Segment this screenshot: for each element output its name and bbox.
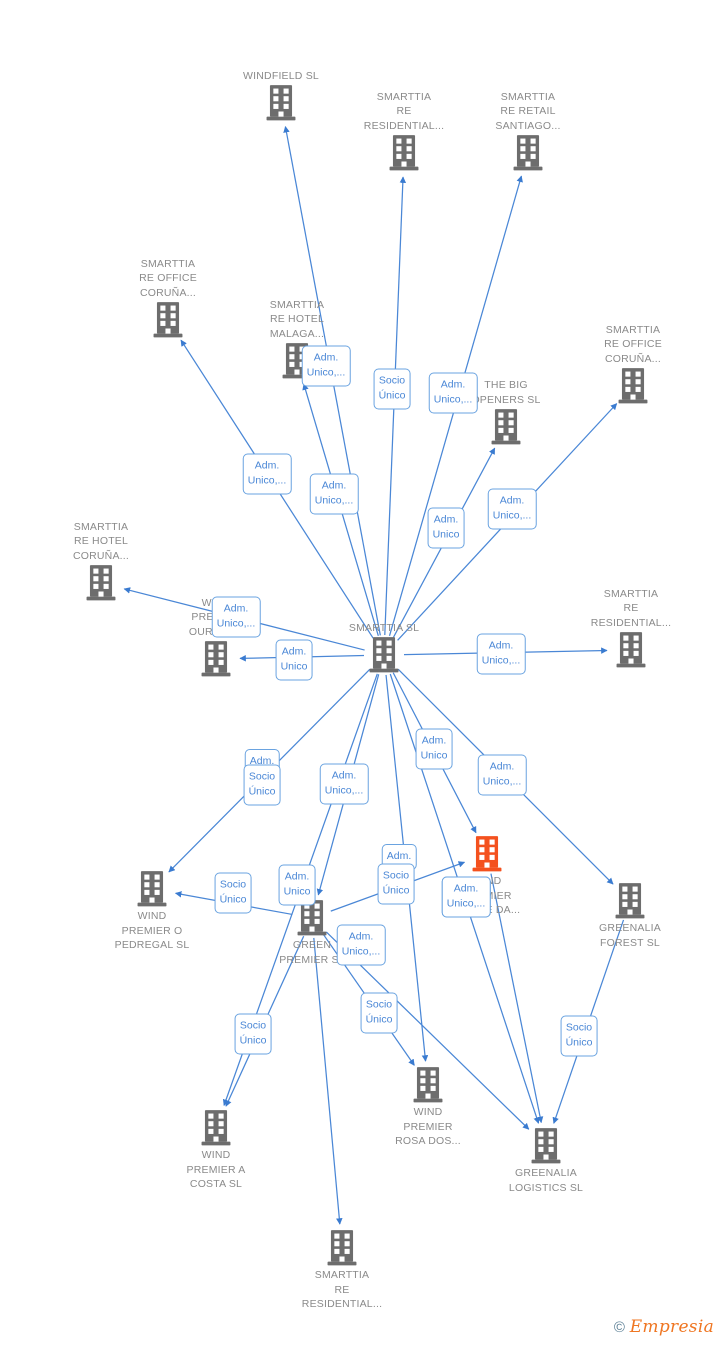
company-node-label: WINDFIELD SL [243, 69, 319, 82]
company-node[interactable]: SMARTTIA RE RESIDENTIAL... [334, 90, 474, 173]
edge-relation-label[interactable]: Adm. Unico,... [428, 372, 478, 414]
company-node-label: SMARTTIA RE RESIDENTIAL... [301, 1269, 383, 1310]
company-node[interactable]: WIND PREMIER A COSTA SL [146, 1109, 286, 1192]
watermark-copyright-icon: © [613, 1319, 626, 1336]
edge-relation-label[interactable]: Adm. Unico,... [476, 633, 526, 675]
building-icon [367, 636, 401, 674]
company-node[interactable]: SMARTTIA RE RETAIL SANTIAGO... [458, 90, 598, 173]
company-node[interactable]: SMARTTIA RE OFFICE CORUÑA... [98, 257, 238, 340]
building-icon [199, 640, 233, 678]
watermark-brand: Empresia [629, 1317, 714, 1337]
edge-relation-label[interactable]: Socio Único [560, 1015, 598, 1057]
company-node-label: SMARTTIA SL [348, 621, 420, 634]
edge-relation-label[interactable]: Adm. Unico [427, 507, 465, 549]
company-node-label: WIND PREMIER A COSTA SL [186, 1149, 246, 1190]
company-node-label: SMARTTIA RE OFFICE CORUÑA... [604, 323, 662, 365]
relation-edge[interactable] [313, 937, 343, 1225]
company-node-label: GREENALIA FOREST SL [599, 922, 661, 949]
company-node-label: GREENALIA LOGISTICS SL [508, 1167, 584, 1194]
company-node-label: SMARTTIA RE HOTEL CORUÑA... [72, 520, 130, 562]
company-node[interactable]: WINDFIELD SL [211, 69, 351, 123]
edge-relation-label[interactable]: Adm. Unico,... [336, 924, 386, 966]
edge-relation-label[interactable]: Adm. Unico,... [301, 345, 351, 387]
building-icon [135, 870, 169, 908]
edge-relation-label[interactable]: Socio Único [243, 764, 281, 806]
company-node-label: SMARTTIA RE RESIDENTIAL... [363, 90, 445, 132]
edge-relation-label[interactable]: Adm. Unico,... [441, 876, 491, 918]
company-node[interactable]: SMARTTIA SL [314, 621, 454, 675]
company-node[interactable]: SMARTTIA RE HOTEL CORUÑA... [31, 520, 171, 603]
building-icon [489, 408, 523, 446]
building-icon [325, 1229, 359, 1267]
company-node-label: SMARTTIA RE HOTEL MALAGA... [269, 298, 325, 340]
building-icon [411, 1066, 445, 1104]
building-icon [470, 835, 504, 873]
building-icon [614, 631, 648, 669]
building-icon [151, 301, 185, 339]
company-node[interactable]: SMARTTIA RE RESIDENTIAL... [272, 1229, 412, 1312]
edge-relation-label[interactable]: Adm. Unico,... [242, 453, 292, 495]
company-node[interactable]: SMARTTIA RE OFFICE CORUÑA... [563, 323, 703, 406]
edge-relation-label[interactable]: Socio Único [377, 863, 415, 905]
edge-relation-label[interactable]: Adm. Unico,... [319, 763, 369, 805]
edge-relation-label[interactable]: Adm. Unico [278, 864, 316, 906]
edge-relation-label[interactable]: Adm. Unico,... [309, 473, 359, 515]
edge-relation-label[interactable]: Adm. Unico,... [477, 754, 527, 796]
company-node-label: WIND PREMIER ROSA DOS... [395, 1106, 461, 1147]
building-icon [264, 84, 298, 122]
company-node-label: SMARTTIA RE RESIDENTIAL... [590, 587, 672, 629]
building-icon [387, 134, 421, 172]
edge-relation-label[interactable]: Socio Único [373, 368, 411, 410]
watermark: © Empresia [614, 1318, 714, 1337]
edge-relation-label[interactable]: Adm. Unico,... [487, 488, 537, 530]
network-graph-canvas[interactable]: WINDFIELD SL SMARTTIA RE RESIDENTIAL... SM… [0, 0, 728, 1345]
edge-relation-label[interactable]: Socio Único [234, 1013, 272, 1055]
company-node[interactable]: GREENALIA LOGISTICS SL [476, 1127, 616, 1195]
company-node-label: SMARTTIA RE RETAIL SANTIAGO... [495, 90, 561, 132]
building-icon [84, 564, 118, 602]
company-node[interactable]: WIND PREMIER O PEDREGAL SL [82, 870, 222, 953]
building-icon [199, 1109, 233, 1147]
company-node-label: SMARTTIA RE OFFICE CORUÑA... [139, 257, 197, 299]
building-icon [616, 367, 650, 405]
company-node[interactable]: SMARTTIA RE RESIDENTIAL... [561, 587, 701, 670]
company-node[interactable]: GREENALIA FOREST SL [560, 882, 700, 950]
edge-relation-label[interactable]: Socio Único [214, 872, 252, 914]
building-icon [529, 1127, 563, 1165]
edge-relation-label[interactable]: Socio Único [360, 992, 398, 1034]
building-icon [613, 882, 647, 920]
building-icon [511, 134, 545, 172]
company-node-label: WIND PREMIER O PEDREGAL SL [114, 910, 190, 951]
edge-relation-label[interactable]: Adm. Unico [415, 728, 453, 770]
edge-relation-label[interactable]: Adm. Unico [275, 639, 313, 681]
edge-relation-label[interactable]: Adm. Unico,... [211, 596, 261, 638]
